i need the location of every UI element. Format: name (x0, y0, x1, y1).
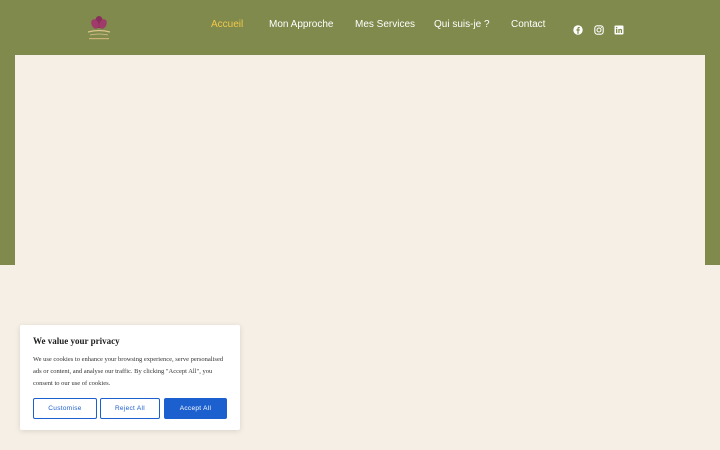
customise-button[interactable]: Customise (33, 398, 97, 419)
nav-item-qui-suis-je[interactable]: Qui suis-je ? (434, 19, 490, 30)
lotus-logo-icon[interactable] (80, 8, 118, 46)
nav-item-mes-services[interactable]: Mes Services (355, 19, 415, 30)
cookie-title: We value your privacy (33, 336, 120, 346)
facebook-icon[interactable] (573, 22, 583, 35)
linkedin-icon[interactable] (614, 22, 624, 35)
nav-item-mon-approche[interactable]: Mon Approche (269, 19, 334, 30)
nav-item-contact[interactable]: Contact (511, 19, 545, 30)
nav-item-accueil[interactable]: Accueil (211, 19, 243, 30)
cookie-consent-banner: We value your privacy We use cookies to … (20, 325, 240, 430)
reject-all-button[interactable]: Reject All (100, 398, 160, 419)
cookie-description: We use cookies to enhance your browsing … (33, 356, 224, 387)
accept-all-button[interactable]: Accept All (164, 398, 227, 419)
hero-content-area (15, 55, 705, 265)
site-header: Accueil Mon Approche Mes Services Qui su… (0, 0, 720, 55)
instagram-icon[interactable] (594, 22, 604, 35)
